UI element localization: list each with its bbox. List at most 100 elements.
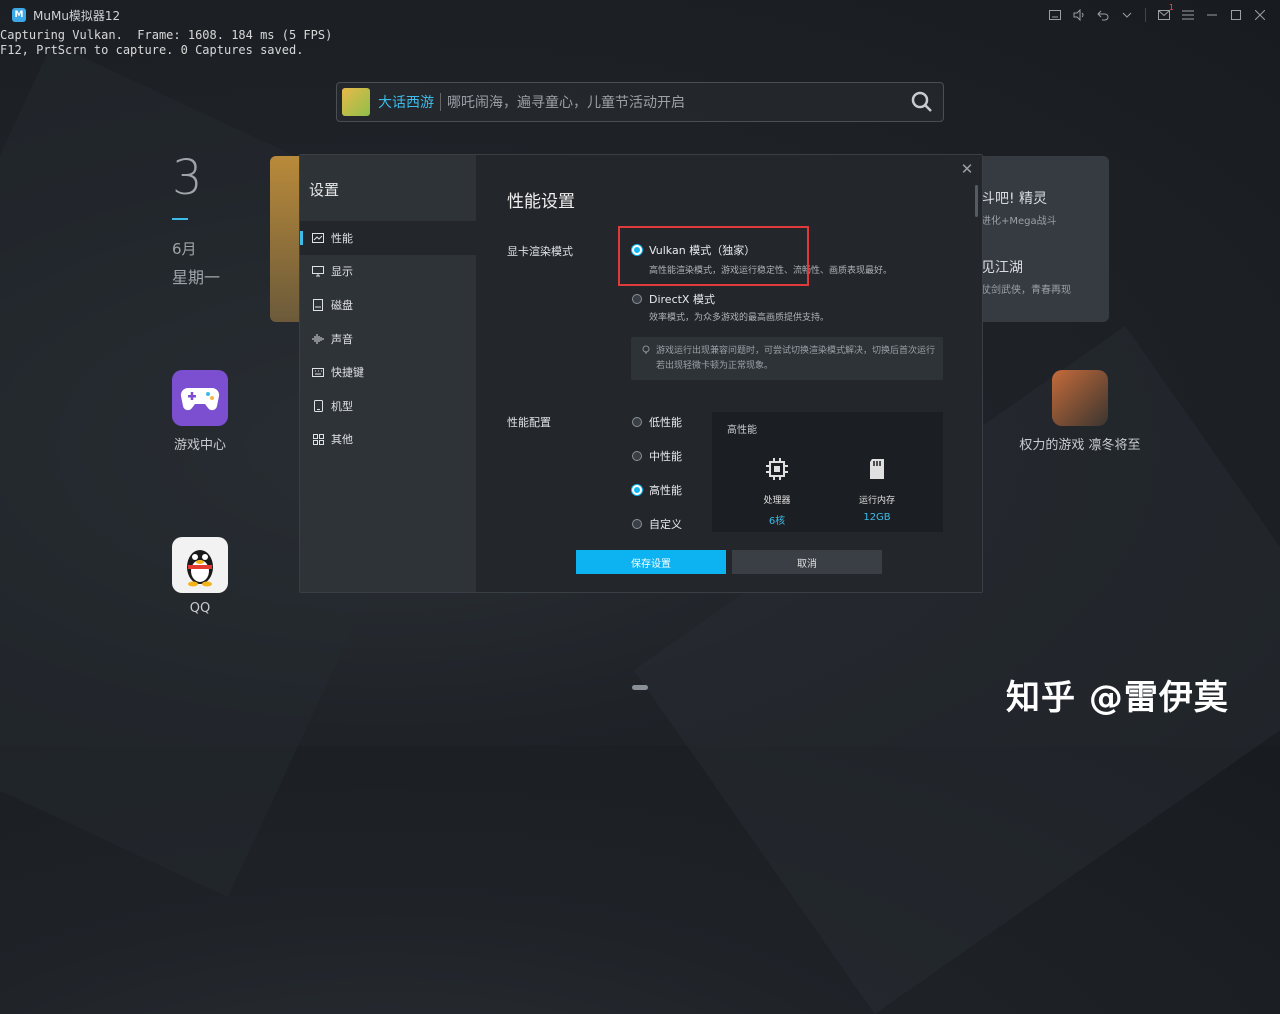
scrollbar[interactable]: [975, 185, 978, 217]
game-thumbnail: [342, 88, 370, 116]
banner-title[interactable]: 斗吧! 精灵: [981, 188, 1047, 208]
dialog-title: 设置: [309, 181, 340, 199]
nav-label: 快捷键: [331, 366, 364, 380]
mail-icon[interactable]: 1: [1152, 3, 1176, 27]
banner-subtitle: 仗剑武侠，青春再现: [981, 285, 1071, 296]
save-button[interactable]: 保存设置: [576, 550, 726, 574]
search-promo-text[interactable]: 哪吒闹海，遍寻童心，儿童节活动开启: [447, 92, 685, 112]
radio-label[interactable]: DirectX 模式: [649, 291, 715, 307]
radio-directx[interactable]: DirectX 模式: [632, 291, 715, 307]
menu-icon[interactable]: [1176, 3, 1200, 27]
nav-item-model[interactable]: 机型: [300, 389, 476, 423]
nav-item-performance[interactable]: 性能: [300, 221, 476, 255]
display-icon: [312, 265, 324, 277]
nav-label: 磁盘: [331, 298, 353, 312]
nav-label: 其他: [331, 433, 353, 447]
close-icon[interactable]: ✕: [960, 162, 974, 177]
close-icon[interactable]: [1248, 3, 1272, 27]
app-label: 游戏中心: [173, 438, 226, 453]
nav-item-disk[interactable]: 磁盘: [300, 288, 476, 322]
restore-icon[interactable]: [1224, 3, 1248, 27]
mail-badge: 1: [1168, 3, 1174, 12]
keyboard-icon[interactable]: [1043, 3, 1067, 27]
radio-button[interactable]: [632, 294, 642, 304]
qq-penguin-icon[interactable]: [172, 537, 228, 593]
capture-overlay: Capturing Vulkan. Frame: 1608. 184 ms (5…: [0, 28, 332, 58]
settings-nav: 性能 显示 磁盘 声音 快捷键 机型 其他: [300, 221, 476, 456]
app-qq[interactable]: QQ: [130, 537, 270, 616]
app-logo-icon: M: [12, 8, 26, 22]
sound-icon: [312, 333, 324, 345]
radio-label[interactable]: 低性能: [649, 414, 682, 430]
radio-low-perf[interactable]: 低性能: [632, 414, 682, 430]
nav-item-display[interactable]: 显示: [300, 255, 476, 289]
grid-icon: [312, 433, 324, 445]
banner-subtitle: 进化+Mega战斗: [981, 216, 1057, 227]
banner-image[interactable]: [270, 156, 300, 322]
ram-value: 12GB: [863, 512, 891, 523]
phone-icon: [312, 399, 324, 412]
nav-item-sound[interactable]: 声音: [300, 322, 476, 356]
cpu-info: 处理器 6核: [742, 456, 812, 527]
settings-dialog: 设置 性能 显示 磁盘 声音 快捷键 机型 其他 ✕ 性能设置 显卡渲染模式 V…: [299, 154, 983, 593]
radio-label[interactable]: 中性能: [649, 448, 682, 464]
date-weekday: 星期一: [172, 268, 221, 287]
ram-label: 运行内存: [858, 496, 895, 506]
separator: [1145, 8, 1146, 22]
lightbulb-icon: [642, 345, 650, 354]
chevron-down-icon[interactable]: [1115, 3, 1139, 27]
nav-label: 机型: [331, 399, 353, 413]
search-icon[interactable]: [911, 91, 933, 113]
keyboard-icon: [312, 366, 324, 378]
radio-button[interactable]: [632, 519, 642, 529]
app-game-center[interactable]: 游戏中心: [130, 370, 270, 453]
performance-icon: [312, 232, 324, 244]
tip-text: 游戏运行出现兼容问题时，可尝试切换渲染模式解决，切换后首次运行若出现轻微卡顿为正…: [656, 346, 936, 371]
radio-mid-perf[interactable]: 中性能: [632, 448, 682, 464]
cancel-button[interactable]: 取消: [732, 550, 882, 574]
disk-icon: [312, 298, 324, 311]
nav-label: 性能: [331, 231, 353, 245]
ram-info: 运行内存 12GB: [842, 456, 912, 523]
annotation-highlight-box: [618, 226, 809, 286]
app-label: 权力的游戏 凛冬将至: [1019, 438, 1141, 453]
radio-button[interactable]: [632, 451, 642, 461]
page-indicator[interactable]: [632, 685, 648, 690]
date-day: 3: [172, 150, 203, 206]
cpu-value: 6核: [768, 516, 786, 527]
perf-config-label: 性能配置: [507, 416, 551, 429]
radio-button[interactable]: [632, 417, 642, 427]
date-accent-bar: [172, 218, 188, 220]
radio-label[interactable]: 自定义: [649, 516, 682, 532]
app-game-of-thrones[interactable]: 权力的游戏 凛冬将至: [1010, 370, 1150, 453]
watermark: 知乎 @雷伊莫: [1006, 678, 1229, 718]
tip-box: 游戏运行出现兼容问题时，可尝试切换渲染模式解决，切换后首次运行若出现轻微卡顿为正…: [631, 337, 943, 380]
banner-title[interactable]: 见江湖: [981, 257, 1023, 277]
cpu-label: 处理器: [763, 496, 791, 506]
search-game-name[interactable]: 大话西游: [378, 92, 434, 112]
overlay-line: Capturing Vulkan. Frame: 1608. 184 ms (5…: [0, 28, 333, 42]
render-mode-label: 显卡渲染模式: [507, 245, 573, 258]
title-bar: M MuMu模拟器12 1: [0, 0, 1280, 30]
back-icon[interactable]: [1091, 3, 1115, 27]
banner-list[interactable]: [978, 156, 1109, 322]
date-month: 6月: [172, 240, 197, 258]
separator: [440, 93, 441, 111]
nav-label: 声音: [331, 332, 353, 346]
radio-button[interactable]: [632, 485, 642, 495]
minimize-icon[interactable]: [1200, 3, 1224, 27]
volume-icon[interactable]: [1067, 3, 1091, 27]
settings-sidebar: 设置 性能 显示 磁盘 声音 快捷键 机型 其他: [300, 155, 476, 592]
app-title: MuMu模拟器12: [33, 8, 121, 23]
radio-label[interactable]: 高性能: [649, 482, 682, 498]
game-icon[interactable]: [1052, 370, 1108, 426]
nav-item-hotkeys[interactable]: 快捷键: [300, 355, 476, 389]
nav-item-other[interactable]: 其他: [300, 423, 476, 457]
content-title: 性能设置: [507, 192, 575, 212]
overlay-line: F12, PrtScrn to capture. 0 Captures save…: [0, 43, 304, 57]
search-bar[interactable]: 大话西游 哪吒闹海，遍寻童心，儿童节活动开启: [336, 82, 944, 122]
nav-label: 显示: [331, 265, 353, 279]
radio-custom[interactable]: 自定义: [632, 516, 682, 532]
gamepad-icon[interactable]: [172, 370, 228, 426]
radio-high-perf[interactable]: 高性能: [632, 482, 682, 498]
